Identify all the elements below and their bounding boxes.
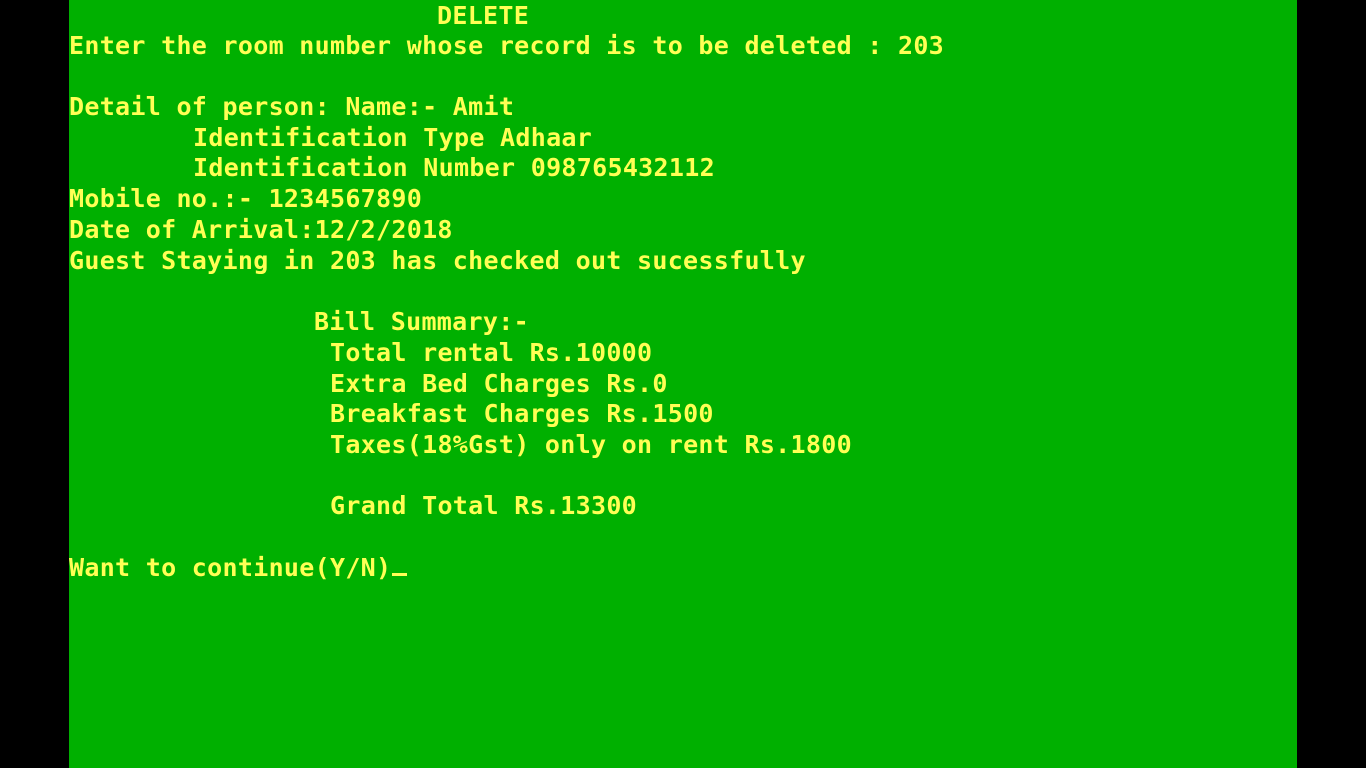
mobile-number: Mobile no.:- 1234567890 [69,184,423,213]
bill-summary-heading: Bill Summary:- [314,307,529,336]
room-number-prompt: Enter the room number whose record is to… [69,31,945,60]
identification-number: Identification Number 098765432112 [193,153,715,182]
dos-terminal-screen: DELETE Enter the room number whose recor… [69,0,1297,768]
breakfast-charges: Breakfast Charges Rs.1500 [330,399,714,428]
continue-prompt: Want to continue(Y/N) [69,553,392,582]
identification-type: Identification Type Adhaar [193,123,593,152]
person-name: Detail of person: Name:- Amit [69,92,515,121]
continue-prompt-line[interactable]: Want to continue(Y/N) [69,552,408,583]
arrival-date: Date of Arrival:12/2/2018 [69,215,453,244]
total-rental: Total rental Rs.10000 [330,338,653,367]
grand-total: Grand Total Rs.13300 [330,491,638,520]
extra-bed-charges: Extra Bed Charges Rs.0 [330,369,668,398]
text-cursor [392,573,408,576]
delete-heading: DELETE [437,1,530,30]
checkout-message: Guest Staying in 203 has checked out suc… [69,246,806,275]
tax-charges: Taxes(18%Gst) only on rent Rs.1800 [330,430,852,459]
